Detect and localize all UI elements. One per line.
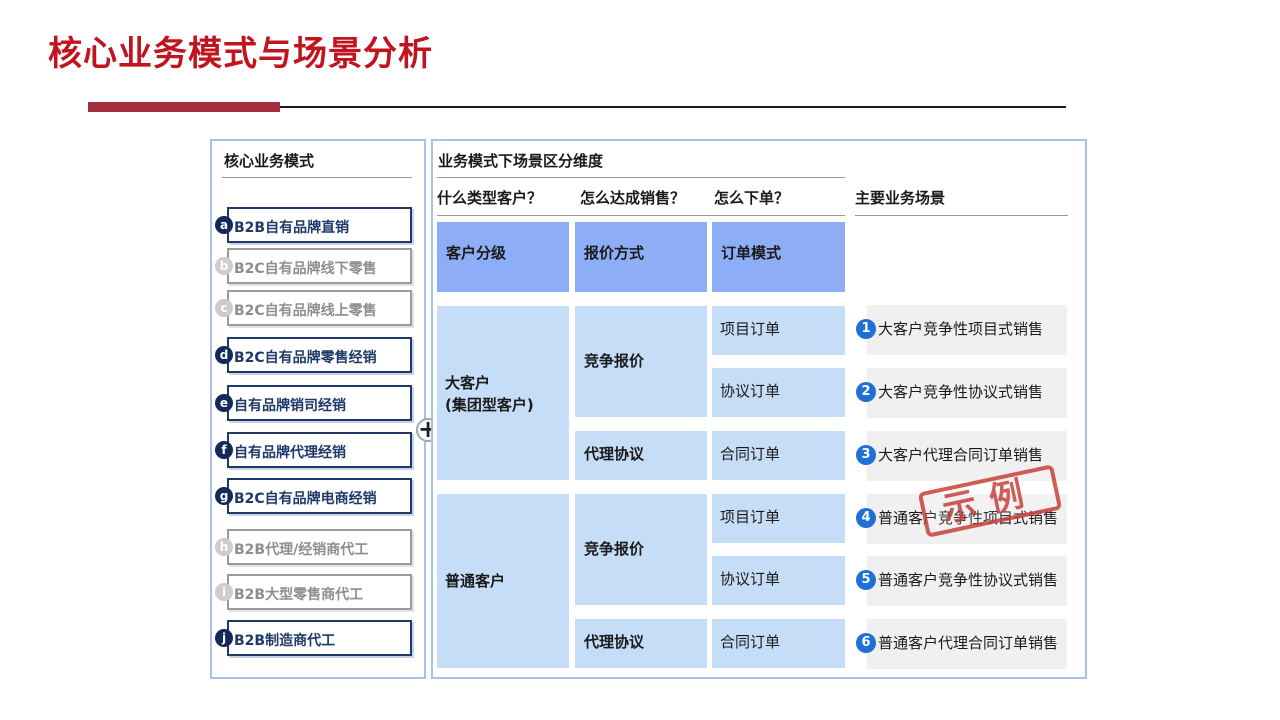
mode-badge: d bbox=[215, 346, 233, 364]
mode-item-c[interactable]: c B2C自有品牌线上零售 bbox=[215, 290, 412, 326]
order-project-ordinary: 项目订单 bbox=[712, 494, 845, 543]
mode-label: 自有品牌代理经销 bbox=[234, 445, 346, 461]
scene-label: 普通客户代理合同订单销售 bbox=[878, 634, 1059, 652]
quote-label: 代理协议 bbox=[584, 633, 645, 651]
mode-badge: a bbox=[215, 216, 233, 234]
quote-competitive-large: 竞争报价 bbox=[575, 306, 707, 417]
order-contract-ordinary: 合同订单 bbox=[712, 619, 845, 668]
quote-label: 竞争报价 bbox=[584, 540, 645, 558]
scene-label: 大客户代理合同订单销售 bbox=[878, 446, 1044, 464]
scenario-dimension-header: 业务模式下场景区分维度 bbox=[438, 152, 604, 170]
dimension-order-mode: 订单模式 bbox=[712, 222, 845, 292]
mode-badge: g bbox=[215, 487, 233, 505]
mode-label: 自有品牌销司经销 bbox=[234, 398, 346, 414]
mode-label: B2B制造商代工 bbox=[234, 633, 336, 649]
quote-agency-large: 代理协议 bbox=[575, 431, 707, 480]
quote-label: 竞争报价 bbox=[584, 352, 645, 370]
mode-item-f[interactable]: f 自有品牌代理经销 bbox=[215, 432, 412, 468]
title-divider bbox=[280, 106, 1066, 108]
mode-item-i[interactable]: i B2B大型零售商代工 bbox=[215, 574, 412, 610]
dimension-customer-level: 客户分级 bbox=[437, 222, 569, 292]
order-contract-large: 合同订单 bbox=[712, 431, 845, 480]
dimension-quote-method: 报价方式 bbox=[575, 222, 707, 292]
mode-label: B2B自有品牌直销 bbox=[234, 220, 350, 236]
scenes-header-rule bbox=[855, 215, 1068, 216]
question-order-method: 怎么下单？ bbox=[714, 189, 790, 207]
order-label: 协议订单 bbox=[720, 570, 781, 588]
mode-badge: h bbox=[215, 538, 233, 556]
scene-item-1[interactable]: 1 大客户竞争性项目式销售 bbox=[856, 305, 1067, 355]
customer-label: 普通客户 bbox=[445, 572, 506, 590]
quote-competitive-ordinary: 竞争报价 bbox=[575, 494, 707, 605]
dimension-label: 客户分级 bbox=[446, 244, 507, 262]
mode-label: B2C自有品牌线上零售 bbox=[234, 303, 377, 319]
page-title: 核心业务模式与场景分析 bbox=[48, 34, 433, 74]
dimension-label: 订单模式 bbox=[721, 244, 782, 262]
scene-item-2[interactable]: 2 大客户竞争性协议式销售 bbox=[856, 368, 1067, 418]
scene-number: 5 bbox=[856, 570, 876, 590]
mode-badge: e bbox=[215, 394, 233, 412]
title-accent-bar bbox=[88, 102, 280, 112]
mode-item-e[interactable]: e 自有品牌销司经销 bbox=[215, 385, 412, 421]
mode-item-h[interactable]: h B2B代理/经销商代工 bbox=[215, 529, 412, 565]
main-scenes-header: 主要业务场景 bbox=[855, 189, 946, 207]
mode-badge: c bbox=[215, 299, 233, 317]
mode-badge: i bbox=[215, 583, 233, 601]
mode-label: B2C自有品牌电商经销 bbox=[234, 491, 377, 507]
mode-item-j[interactable]: j B2B制造商代工 bbox=[215, 620, 412, 656]
order-agreement-large: 协议订单 bbox=[712, 368, 845, 417]
mode-item-a[interactable]: a B2B自有品牌直销 bbox=[215, 207, 412, 243]
mode-item-b[interactable]: b B2C自有品牌线下零售 bbox=[215, 248, 412, 284]
order-label: 合同订单 bbox=[720, 445, 781, 463]
order-label: 项目订单 bbox=[720, 320, 781, 338]
scenario-header-rule bbox=[437, 177, 845, 178]
question-customer-type: 什么类型客户？ bbox=[437, 189, 543, 207]
scene-number: 2 bbox=[856, 382, 876, 402]
business-mode-header: 核心业务模式 bbox=[224, 152, 315, 170]
order-label: 合同订单 bbox=[720, 633, 781, 651]
mode-label: B2B大型零售商代工 bbox=[234, 587, 364, 603]
order-agreement-ordinary: 协议订单 bbox=[712, 556, 845, 605]
scene-label: 普通客户竞争性协议式销售 bbox=[878, 571, 1059, 589]
mode-item-d[interactable]: d B2C自有品牌零售经销 bbox=[215, 337, 412, 373]
order-label: 协议订单 bbox=[720, 382, 781, 400]
quote-label: 代理协议 bbox=[584, 445, 645, 463]
quote-agency-ordinary: 代理协议 bbox=[575, 619, 707, 668]
mode-badge: f bbox=[215, 441, 233, 459]
order-project-large: 项目订单 bbox=[712, 306, 845, 355]
question-sales-method: 怎么达成销售？ bbox=[580, 189, 686, 207]
mode-label: B2C自有品牌零售经销 bbox=[234, 350, 377, 366]
scene-number: 1 bbox=[856, 319, 876, 339]
dimension-label: 报价方式 bbox=[584, 244, 645, 262]
mode-label: B2C自有品牌线下零售 bbox=[234, 261, 377, 277]
order-label: 项目订单 bbox=[720, 508, 781, 526]
customer-ordinary: 普通客户 bbox=[437, 494, 569, 668]
scene-label: 大客户竞争性协议式销售 bbox=[878, 383, 1044, 401]
mode-label: B2B代理/经销商代工 bbox=[234, 542, 369, 558]
customer-large: 大客户 (集团型客户) bbox=[437, 306, 569, 480]
scene-item-6[interactable]: 6 普通客户代理合同订单销售 bbox=[856, 619, 1067, 669]
scene-label: 大客户竞争性项目式销售 bbox=[878, 320, 1044, 338]
scene-number: 6 bbox=[856, 633, 876, 653]
customer-label: 大客户 (集团型客户) bbox=[445, 374, 534, 414]
business-mode-header-rule bbox=[222, 177, 412, 178]
mode-badge: j bbox=[215, 629, 233, 647]
scene-number: 4 bbox=[856, 508, 876, 528]
scene-number: 3 bbox=[856, 445, 876, 465]
mode-item-g[interactable]: g B2C自有品牌电商经销 bbox=[215, 478, 412, 514]
mode-badge: b bbox=[215, 257, 233, 275]
question-rule bbox=[437, 215, 845, 216]
scene-item-5[interactable]: 5 普通客户竞争性协议式销售 bbox=[856, 556, 1067, 606]
